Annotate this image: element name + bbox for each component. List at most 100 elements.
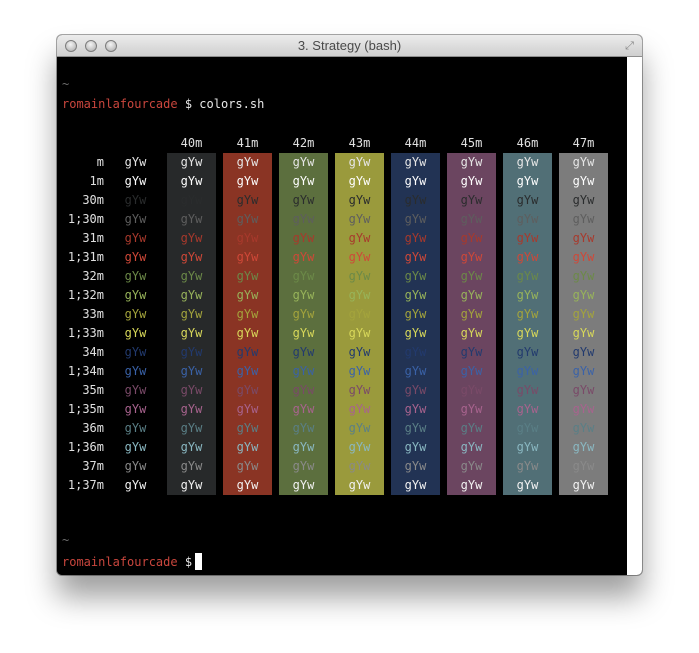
color-sample: gYw — [348, 402, 371, 416]
color-sample: gYw — [348, 250, 371, 264]
color-sample: gYw — [348, 478, 371, 492]
color-sample: gYw — [516, 345, 539, 359]
color-sample: gYw — [348, 269, 371, 283]
fullscreen-icon[interactable]: ⤢ — [623, 39, 636, 52]
color-sample: gYw — [180, 459, 203, 473]
home-tilde: ~ — [62, 77, 70, 91]
color-sample: gYw — [180, 250, 203, 264]
color-sample: gYw — [516, 212, 539, 226]
color-sample: gYw — [292, 307, 315, 321]
color-sample: gYw — [404, 193, 427, 207]
color-sample: gYw — [124, 174, 147, 188]
color-sample: gYw — [348, 421, 371, 435]
row-label: 37m — [82, 459, 104, 473]
color-sample: gYw — [292, 288, 315, 302]
color-sample: gYw — [572, 364, 595, 378]
terminal-window[interactable]: 3. Strategy (bash) ⤢ ~ romainlafourcade … — [57, 35, 642, 575]
prompt-user: romainlafourcade — [62, 97, 178, 111]
window-title: 3. Strategy (bash) — [297, 38, 402, 53]
color-sample: gYw — [124, 402, 147, 416]
column-header-40m: 40m — [180, 136, 203, 150]
color-sample: gYw — [124, 459, 147, 473]
color-sample: gYw — [460, 269, 483, 283]
color-sample: gYw — [124, 155, 147, 169]
color-sample: gYw — [460, 326, 483, 340]
color-sample: gYw — [236, 402, 259, 416]
color-sample: gYw — [572, 231, 595, 245]
color-sample: gYw — [516, 231, 539, 245]
color-sample: gYw — [292, 345, 315, 359]
color-sample: gYw — [236, 174, 259, 188]
color-sample: gYw — [124, 269, 147, 283]
color-sample: gYw — [404, 155, 427, 169]
color-sample: gYw — [516, 478, 539, 492]
active-prompt[interactable]: romainlafourcade $ — [62, 553, 203, 570]
color-sample: gYw — [292, 269, 315, 283]
color-sample: gYw — [180, 288, 203, 302]
color-sample: gYw — [516, 155, 539, 169]
color-sample: gYw — [236, 478, 259, 492]
color-sample: gYw — [516, 250, 539, 264]
column-header-42m: 42m — [292, 136, 315, 150]
row-label: 31m — [82, 231, 104, 245]
color-sample: gYw — [516, 383, 539, 397]
scrollbar[interactable] — [627, 57, 642, 575]
row-label: 1;31m — [67, 250, 104, 264]
column-header-45m: 45m — [460, 136, 483, 150]
color-sample: gYw — [124, 288, 147, 302]
color-sample: gYw — [348, 459, 371, 473]
color-sample: gYw — [572, 478, 595, 492]
row-label: 33m — [82, 307, 104, 321]
row-label: 35m — [82, 383, 104, 397]
color-sample: gYw — [572, 155, 595, 169]
column-header-41m: 41m — [236, 136, 259, 150]
column-header-46m: 46m — [516, 136, 539, 150]
color-sample: gYw — [572, 193, 595, 207]
color-sample: gYw — [292, 364, 315, 378]
color-sample: gYw — [404, 421, 427, 435]
color-sample: gYw — [404, 459, 427, 473]
color-sample: gYw — [348, 155, 371, 169]
color-sample: gYw — [460, 212, 483, 226]
color-sample: gYw — [124, 307, 147, 321]
command-text: colors.sh — [199, 97, 265, 111]
row-label: 30m — [82, 193, 104, 207]
color-sample: gYw — [180, 364, 203, 378]
color-sample: gYw — [236, 269, 259, 283]
color-sample: gYw — [516, 326, 539, 340]
color-sample: gYw — [404, 269, 427, 283]
color-sample: gYw — [404, 478, 427, 492]
color-sample: gYw — [572, 383, 595, 397]
color-sample: gYw — [124, 421, 147, 435]
color-sample: gYw — [460, 440, 483, 454]
row-label: 1;35m — [67, 402, 104, 416]
prompt-symbol: $ — [184, 97, 193, 111]
title-bar[interactable]: 3. Strategy (bash) ⤢ — [57, 35, 642, 57]
terminal-content[interactable]: ~ romainlafourcade $ colors.sh ~ romainl… — [57, 57, 627, 575]
color-sample: gYw — [180, 269, 203, 283]
color-sample: gYw — [460, 307, 483, 321]
color-sample: gYw — [460, 345, 483, 359]
color-sample: gYw — [348, 288, 371, 302]
color-sample: gYw — [572, 269, 595, 283]
color-sample: gYw — [404, 383, 427, 397]
color-sample: gYw — [180, 326, 203, 340]
color-sample: gYw — [404, 326, 427, 340]
color-sample: gYw — [572, 440, 595, 454]
color-sample: gYw — [292, 421, 315, 435]
color-sample: gYw — [516, 402, 539, 416]
color-sample: gYw — [572, 402, 595, 416]
color-sample: gYw — [572, 212, 595, 226]
prompt-user-2: romainlafourcade — [62, 555, 178, 569]
color-sample: gYw — [516, 459, 539, 473]
color-sample: gYw — [348, 193, 371, 207]
color-sample: gYw — [180, 478, 203, 492]
color-sample: gYw — [236, 345, 259, 359]
color-sample: gYw — [124, 250, 147, 264]
color-sample: gYw — [348, 326, 371, 340]
color-sample: gYw — [124, 383, 147, 397]
row-label: 32m — [82, 269, 104, 283]
color-sample: gYw — [124, 440, 147, 454]
row-label: 36m — [82, 421, 104, 435]
color-sample: gYw — [516, 421, 539, 435]
